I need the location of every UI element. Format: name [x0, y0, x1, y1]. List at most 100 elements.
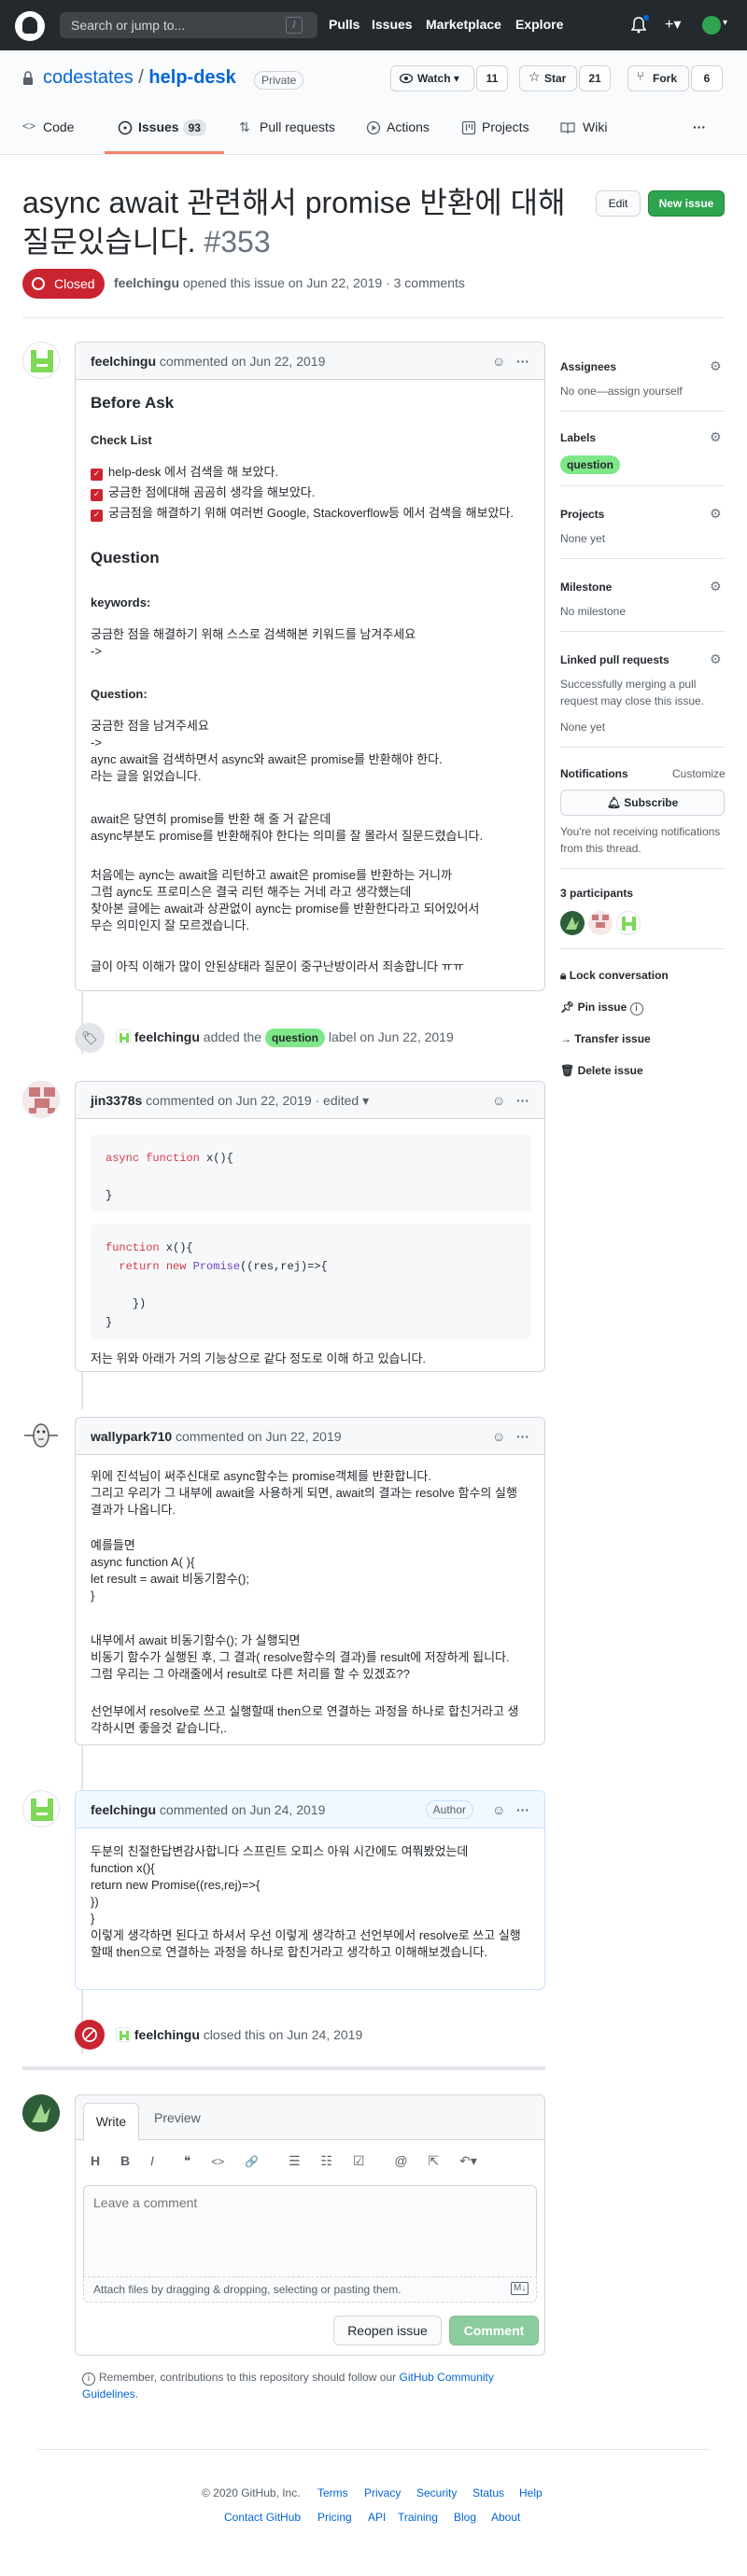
sidebar-label-question[interactable]: question [560, 455, 620, 474]
repo-name-link[interactable]: help-desk [148, 67, 235, 88]
footer-link-help[interactable]: Help [519, 2486, 543, 2499]
avatar[interactable] [22, 1417, 60, 1454]
footer-link-about[interactable]: About [491, 2511, 520, 2524]
fork-count[interactable]: 6 [691, 65, 723, 91]
event-actor[interactable]: feelchingu [134, 1029, 200, 1044]
footer-link-terms[interactable]: Terms [317, 2486, 348, 2499]
tab-actions[interactable]: Actions [387, 119, 430, 134]
footer-link-privacy[interactable]: Privacy [364, 2486, 401, 2499]
pin-issue-link[interactable]: 📌︎ Pin issue i [560, 1001, 643, 1015]
subscribe-button[interactable]: 🔔︎ Subscribe [560, 790, 725, 816]
comment-para-2: 예를들면 async function A( ){let result = awa… [91, 1538, 249, 1603]
lock-conversation-link[interactable]: 🔒︎ Lock conversation [560, 969, 669, 983]
sidebar-assignees-value[interactable]: No one—assign yourself [560, 385, 683, 398]
user-avatar[interactable] [702, 16, 721, 35]
checkbox-checked[interactable]: ✓ [91, 510, 103, 522]
kebab-icon[interactable]: ··· [516, 1802, 529, 1817]
smiley-icon[interactable]: ☺ [492, 1093, 505, 1108]
watch-count[interactable]: 11 [476, 65, 508, 91]
kebab-icon[interactable]: ··· [516, 1429, 529, 1444]
numbered-list-icon[interactable]: ☷ [320, 2153, 332, 2168]
comment-author[interactable]: jin3378s [91, 1093, 142, 1108]
comment-author[interactable]: wallypark710 [91, 1429, 172, 1444]
comment-textarea[interactable] [83, 2185, 537, 2276]
avatar[interactable] [22, 342, 60, 379]
attach-files-bar[interactable]: Attach files by dragging & dropping, sel… [83, 2276, 537, 2303]
quote-icon[interactable]: ❝ [184, 2153, 191, 2168]
bold-icon[interactable]: B [120, 2153, 130, 2168]
new-issue-button[interactable]: New issue [648, 190, 725, 217]
avatar[interactable] [616, 911, 641, 935]
avatar[interactable] [22, 1081, 60, 1118]
gear-icon[interactable]: ⚙ [710, 429, 722, 445]
footer-link-security[interactable]: Security [416, 2486, 457, 2499]
avatar[interactable] [588, 911, 613, 935]
footer-link-pricing[interactable]: Pricing [317, 2511, 352, 2524]
gear-icon[interactable]: ⚙ [710, 579, 722, 595]
footer-link-blog[interactable]: Blog [454, 2511, 476, 2524]
star-count[interactable]: 21 [579, 65, 611, 91]
gear-icon[interactable]: ⚙ [710, 651, 722, 667]
checkbox-checked[interactable]: ✓ [91, 469, 103, 481]
avatar[interactable] [560, 911, 585, 935]
tab-issues[interactable]: Issues 93 [138, 119, 206, 136]
plus-icon[interactable]: +▾ [665, 15, 681, 34]
nav-issues[interactable]: Issues [372, 17, 413, 32]
customize-link[interactable]: Customize [672, 767, 726, 780]
gear-icon[interactable]: ⚙ [710, 358, 722, 374]
tab-code[interactable]: Code [43, 119, 74, 134]
avatar[interactable] [22, 2094, 60, 2132]
footer-link-training[interactable]: Training [398, 2511, 438, 2524]
more-icon[interactable]: ··· [693, 119, 706, 134]
kebab-icon[interactable]: ··· [516, 1093, 529, 1108]
avatar[interactable] [22, 1790, 60, 1827]
comment-author[interactable]: feelchingu [91, 1802, 156, 1817]
nav-marketplace[interactable]: Marketplace [426, 17, 501, 32]
smiley-icon[interactable]: ☺ [492, 354, 505, 369]
footer-link-api[interactable]: API [368, 2511, 386, 2524]
task-list-icon[interactable]: ☑ [353, 2153, 365, 2168]
smiley-icon[interactable]: ☺ [492, 1802, 505, 1817]
footer-link-status[interactable]: Status [472, 2486, 504, 2499]
question-para-4: 글이 아직 이해가 많이 안된상태라 질문이 중구난방이라서 죄송합니다 ㅠㅠ [91, 959, 464, 973]
saved-replies-icon[interactable]: ↶▾ [459, 2153, 477, 2168]
reopen-issue-button[interactable]: Reopen issue [333, 2316, 442, 2345]
mention-icon[interactable]: @ [394, 2153, 407, 2168]
bulleted-list-icon[interactable]: ☰ [289, 2153, 301, 2168]
smiley-icon[interactable]: ☺ [492, 1429, 505, 1444]
event-actor[interactable]: feelchingu [134, 2027, 200, 2042]
italic-icon[interactable]: I [150, 2153, 154, 2168]
nav-pulls[interactable]: Pulls [329, 17, 359, 32]
sidebar-divider [560, 631, 725, 632]
footer-link-contact[interactable]: Contact GitHub [224, 2511, 301, 2524]
question-label-badge[interactable]: question [264, 1029, 325, 1047]
code-icon[interactable]: <> [211, 2155, 224, 2168]
comment-button[interactable]: Comment [449, 2316, 539, 2345]
tab-pull-requests[interactable]: Pull requests [260, 119, 335, 134]
pin-icon: 📌︎ [560, 1001, 575, 1014]
heading-question: Question [91, 549, 160, 567]
cross-reference-icon[interactable]: ⇱ [428, 2153, 439, 2168]
sidebar-linked-prs-desc: Successfully merging a pull request may c… [560, 678, 705, 707]
search-input[interactable]: Search or jump to... [60, 12, 317, 38]
comment-author[interactable]: feelchingu [91, 354, 156, 369]
issue-author-link[interactable]: feelchingu [114, 275, 179, 290]
tab-preview[interactable]: Preview [154, 2110, 201, 2125]
tab-projects[interactable]: Projects [482, 119, 529, 134]
kebab-icon[interactable]: ··· [516, 354, 529, 369]
avatar[interactable] [116, 2027, 131, 2042]
edit-title-button[interactable]: Edit [596, 190, 641, 217]
checkbox-checked[interactable]: ✓ [91, 489, 103, 501]
gear-icon[interactable]: ⚙ [710, 506, 722, 522]
tab-write[interactable]: Write [83, 2103, 139, 2141]
repo-owner-link[interactable]: codestates [43, 67, 134, 88]
issue-opened-icon [118, 120, 133, 135]
delete-issue-link[interactable]: 🗑︎ Delete issue [560, 1064, 643, 1077]
question-para-2: await은 당연히 promise를 반환 해 줄 거 같은데 async부분도… [91, 812, 484, 843]
tab-wiki[interactable]: Wiki [583, 119, 607, 134]
avatar[interactable] [116, 1029, 131, 1044]
transfer-issue-link[interactable]: → Transfer issue [560, 1032, 651, 1045]
link-icon[interactable]: 🔗 [245, 2155, 259, 2168]
nav-explore[interactable]: Explore [515, 17, 563, 32]
header-icon[interactable]: H [91, 2153, 100, 2168]
